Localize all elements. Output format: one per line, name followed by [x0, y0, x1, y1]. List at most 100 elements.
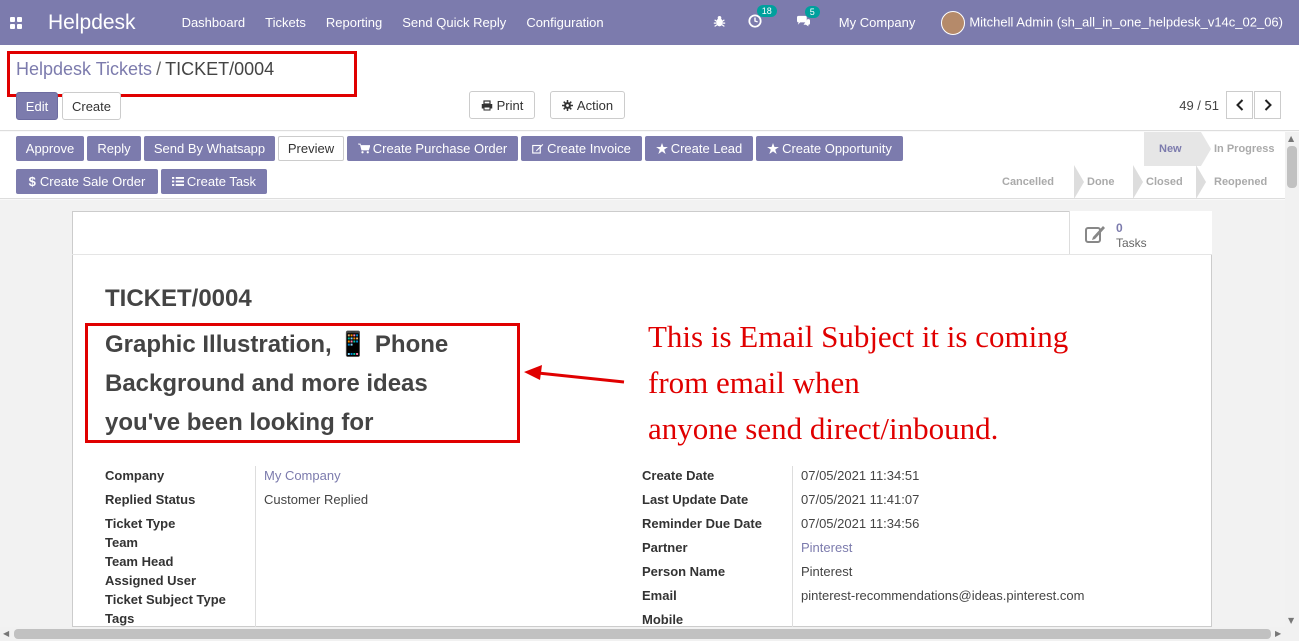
annotation-arrow-icon [524, 365, 625, 384]
pager-previous-chevron-icon[interactable] [1226, 91, 1253, 119]
field-separator [792, 466, 793, 627]
approve-button[interactable]: Approve [16, 136, 84, 161]
stage-reopened[interactable]: Reopened [1214, 165, 1284, 199]
create-task-button[interactable]: Create Task [161, 169, 267, 194]
tags-label: Tags [105, 611, 135, 626]
team-label: Team [105, 535, 138, 550]
scroll-down-arrow-icon[interactable]: ▼ [1288, 616, 1294, 625]
tasks-label: Tasks [1116, 236, 1147, 250]
company-switcher[interactable]: My Company [839, 15, 916, 30]
create-sale-order-label: Create Sale Order [39, 174, 146, 189]
create-sale-order-button[interactable]: $ Create Sale Order [16, 169, 158, 194]
horizontal-scrollbar-thumb[interactable] [14, 629, 1271, 639]
debug-bug-icon[interactable] [713, 15, 726, 31]
star-icon [655, 143, 668, 154]
annotation-line: This is Email Subject it is coming [648, 319, 1069, 354]
list-icon [171, 177, 184, 186]
dollar-icon: $ [28, 174, 36, 189]
create-date-label: Create Date [642, 468, 715, 483]
gear-icon [561, 99, 573, 111]
scroll-up-arrow-icon[interactable]: ▲ [1288, 134, 1294, 143]
stage-arrow [1196, 165, 1206, 199]
tasks-count: 0 [1116, 221, 1123, 235]
create-opportunity-button[interactable]: Create Opportunity [756, 136, 903, 161]
top-navbar: Helpdesk Dashboard Tickets Reporting Sen… [0, 0, 1299, 45]
print-button[interactable]: Print [469, 91, 535, 119]
create-purchase-order-button[interactable]: Create Purchase Order [347, 136, 518, 161]
create-purchase-order-label: Create Purchase Order [372, 141, 508, 156]
replied-status-label: Replied Status [105, 492, 196, 507]
action-label: Action [576, 97, 614, 113]
activities-clock-icon[interactable]: 18 [748, 5, 777, 31]
team-head-label: Team Head [105, 554, 174, 569]
person-name-value: Pinterest [801, 564, 853, 579]
ticket-title: TICKET/0004 [105, 285, 252, 312]
user-menu[interactable]: Mitchell Admin (sh_all_in_one_helpdesk_v… [941, 10, 1283, 35]
stage-new[interactable]: New [1144, 132, 1201, 166]
stage-closed[interactable]: Closed [1146, 165, 1194, 199]
app-brand[interactable]: Helpdesk [48, 11, 136, 35]
vertical-scrollbar-thumb[interactable] [1287, 146, 1297, 188]
create-task-label: Create Task [186, 174, 257, 189]
menu-send-quick-reply[interactable]: Send Quick Reply [392, 15, 516, 30]
divider [72, 254, 1212, 255]
action-button[interactable]: Action [550, 91, 625, 119]
breadcrumb-highlight-box [7, 51, 357, 97]
partner-label: Partner [642, 540, 688, 555]
menu-dashboard[interactable]: Dashboard [172, 15, 256, 30]
pager-next-chevron-icon[interactable] [1254, 91, 1281, 119]
stage-cancelled[interactable]: Cancelled [1002, 165, 1072, 199]
user-name: Mitchell Admin (sh_all_in_one_helpdesk_v… [969, 13, 1283, 29]
reply-button[interactable]: Reply [87, 136, 141, 161]
messages-chat-icon[interactable]: 5 [796, 5, 820, 31]
annotation-line: anyone send direct/inbound. [648, 411, 999, 446]
create-invoice-label: Create Invoice [547, 141, 631, 156]
create-opportunity-label: Create Opportunity [782, 141, 892, 156]
ticket-subject-type-label: Ticket Subject Type [105, 592, 226, 607]
stage-in-progress[interactable]: In Progress [1212, 132, 1285, 166]
star-icon [767, 143, 779, 154]
send-by-whatsapp-button[interactable]: Send By Whatsapp [144, 136, 275, 161]
stage-arrow [1074, 165, 1084, 199]
create-lead-label: Create Lead [670, 141, 743, 156]
annotation-text: This is Email Subject it is coming from … [648, 314, 1108, 452]
pager-value[interactable]: 49 / 51 [1179, 98, 1219, 113]
annotation-line: from email when [648, 365, 860, 400]
person-name-label: Person Name [642, 564, 726, 579]
company-value[interactable]: My Company [264, 468, 341, 483]
edit-square-icon [1085, 226, 1105, 243]
menu-configuration[interactable]: Configuration [516, 15, 613, 30]
scroll-right-arrow-icon[interactable]: ▶ [1275, 629, 1281, 638]
email-label: Email [642, 588, 677, 603]
edit-pencil-icon [532, 144, 544, 154]
edit-button[interactable]: Edit [16, 92, 58, 120]
cart-icon [357, 143, 370, 154]
ticket-type-label: Ticket Type [105, 516, 176, 531]
preview-button[interactable]: Preview [278, 136, 344, 161]
create-button[interactable]: Create [62, 92, 121, 120]
stage-arrow [1201, 132, 1211, 166]
create-invoice-button[interactable]: Create Invoice [521, 136, 642, 161]
stage-done[interactable]: Done [1087, 165, 1129, 199]
subject-highlight-box [85, 323, 520, 443]
create-date-value: 07/05/2021 11:34:51 [801, 468, 920, 483]
menu-tickets[interactable]: Tickets [255, 15, 316, 30]
scroll-left-arrow-icon[interactable]: ◀ [3, 629, 9, 638]
reminder-due-date-value: 07/05/2021 11:34:56 [801, 516, 920, 531]
print-label: Print [496, 97, 524, 113]
vertical-scrollbar[interactable] [1285, 132, 1299, 627]
last-update-date-label: Last Update Date [642, 492, 749, 507]
email-value: pinterest-recommendations@ideas.pinteres… [801, 588, 1085, 603]
activities-badge: 18 [756, 5, 777, 17]
last-update-date-value: 07/05/2021 11:41:07 [801, 492, 920, 507]
company-label: Company [105, 468, 165, 483]
create-lead-button[interactable]: Create Lead [645, 136, 753, 161]
control-panel: Helpdesk Tickets / TICKET/0004 Edit Create… [0, 45, 1299, 131]
messages-badge: 5 [804, 5, 820, 18]
menu-reporting[interactable]: Reporting [316, 15, 392, 30]
partner-value[interactable]: Pinterest [801, 540, 852, 555]
printer-icon [481, 99, 492, 111]
reminder-due-date-label: Reminder Due Date [642, 516, 762, 531]
mobile-label: Mobile [642, 612, 684, 627]
apps-menu-icon[interactable] [0, 0, 32, 45]
